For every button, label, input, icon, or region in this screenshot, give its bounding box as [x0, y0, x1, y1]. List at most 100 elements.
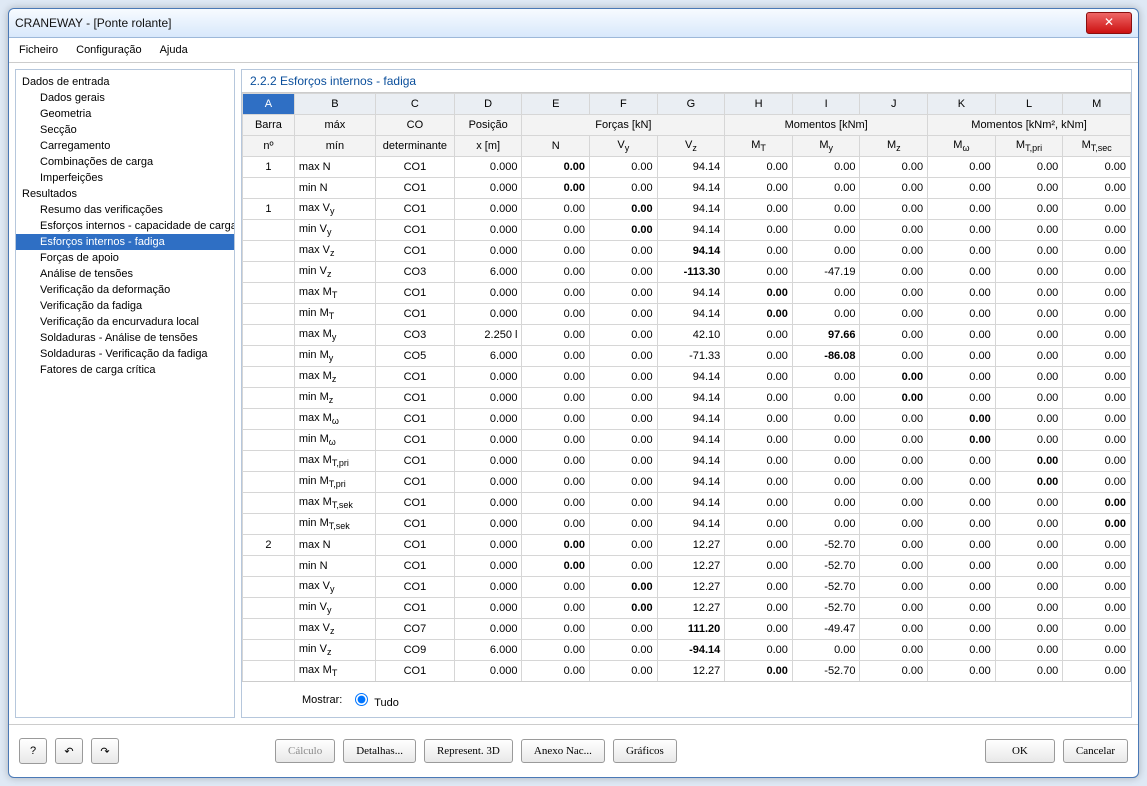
table-row[interactable]: max MT,sekCO10.0000.000.0094.140.000.000… — [243, 493, 1131, 514]
help-icon[interactable]: ? — [19, 738, 47, 764]
table-row[interactable]: max VzCO70.0000.000.00111.200.00-49.470.… — [243, 619, 1131, 640]
tree-item[interactable]: Resumo das verificações — [16, 202, 234, 218]
col-letter[interactable]: B — [294, 94, 375, 115]
table-row[interactable]: min VzCO36.0000.000.00-113.300.00-47.190… — [243, 262, 1131, 283]
panel-title: 2.2.2 Esforços internos - fadiga — [242, 70, 1131, 92]
col-header[interactable]: Vz — [657, 136, 725, 157]
col-letter[interactable]: J — [860, 94, 928, 115]
col-letter[interactable]: D — [454, 94, 522, 115]
table-row[interactable]: 2max NCO10.0000.000.0012.270.00-52.700.0… — [243, 535, 1131, 556]
table-row[interactable]: 1max VyCO10.0000.000.0094.140.000.000.00… — [243, 199, 1131, 220]
details-button[interactable]: Detalhas... — [343, 739, 416, 763]
table-row[interactable]: max MTCO10.0000.000.0094.140.000.000.000… — [243, 283, 1131, 304]
table-row[interactable]: min MTCO10.0000.000.0094.140.000.000.000… — [243, 304, 1131, 325]
table-row[interactable]: min VyCO10.0000.000.0012.270.00-52.700.0… — [243, 598, 1131, 619]
next-icon[interactable]: ↷ — [91, 738, 119, 764]
col-letter[interactable]: H — [725, 94, 793, 115]
table-row[interactable]: min MyCO56.0000.000.00-71.330.00-86.080.… — [243, 346, 1131, 367]
tree-item[interactable]: Verificação da fadiga — [16, 298, 234, 314]
cancel-button[interactable]: Cancelar — [1063, 739, 1128, 763]
table-row[interactable]: max MTCO10.0000.000.0012.270.00-52.700.0… — [243, 661, 1131, 682]
ok-button[interactable]: OK — [985, 739, 1055, 763]
table-row[interactable]: max MyCO32.250 l0.000.0042.100.0097.660.… — [243, 325, 1131, 346]
col-header[interactable]: Mω — [928, 136, 996, 157]
footer: ? ↶ ↷ Cálculo Detalhas... Represent. 3D … — [9, 724, 1138, 777]
table-row[interactable]: max VyCO10.0000.000.0012.270.00-52.700.0… — [243, 577, 1131, 598]
col-header[interactable]: N — [522, 136, 590, 157]
tree-item[interactable]: Forças de apoio — [16, 250, 234, 266]
col-letter[interactable]: E — [522, 94, 590, 115]
col-letter[interactable]: I — [792, 94, 860, 115]
main-panel: 2.2.2 Esforços internos - fadiga ABCDEFG… — [241, 69, 1132, 718]
hdr-co[interactable]: CO — [375, 115, 454, 136]
represent3d-button[interactable]: Represent. 3D — [424, 739, 513, 763]
col-letter[interactable]: M — [1063, 94, 1131, 115]
anexo-button[interactable]: Anexo Nac... — [521, 739, 605, 763]
col-header[interactable]: My — [792, 136, 860, 157]
hdr-barra[interactable]: Barra — [243, 115, 295, 136]
tree-item[interactable]: Verificação da encurvadura local — [16, 314, 234, 330]
titlebar[interactable]: CRANEWAY - [Ponte rolante] ✕ — [9, 9, 1138, 38]
table-row[interactable]: min MzCO10.0000.000.0094.140.000.000.000… — [243, 388, 1131, 409]
menu-config[interactable]: Configuração — [76, 44, 141, 56]
tree-item[interactable]: Verificação da deformação — [16, 282, 234, 298]
tree-item[interactable]: Soldaduras - Análise de tensões — [16, 330, 234, 346]
data-grid[interactable]: ABCDEFGHIJKLM Barra máx CO Posição Força… — [242, 92, 1131, 682]
col-letter[interactable]: G — [657, 94, 725, 115]
table-row[interactable]: max VzCO10.0000.000.0094.140.000.000.000… — [243, 241, 1131, 262]
table-row[interactable]: 1max NCO10.0000.000.0094.140.000.000.000… — [243, 157, 1131, 178]
tree-item[interactable]: Fatores de carga crítica — [16, 362, 234, 378]
tree-item[interactable]: Carregamento — [16, 138, 234, 154]
col-header[interactable]: x [m] — [454, 136, 522, 157]
col-letter[interactable]: L — [995, 94, 1063, 115]
table-row[interactable]: min NCO10.0000.000.0012.270.00-52.700.00… — [243, 556, 1131, 577]
tree-group-results[interactable]: Resultados — [16, 186, 234, 202]
tree-item[interactable]: Soldaduras - Verificação da fadiga — [16, 346, 234, 362]
tree-item[interactable]: Combinações de carga — [16, 154, 234, 170]
menu-help[interactable]: Ajuda — [160, 44, 188, 56]
table-row[interactable]: max MT,priCO10.0000.000.0094.140.000.000… — [243, 451, 1131, 472]
col-header[interactable]: MT,sec — [1063, 136, 1131, 157]
col-header[interactable]: Mz — [860, 136, 928, 157]
menu-file[interactable]: Ficheiro — [19, 44, 58, 56]
col-letter[interactable]: K — [928, 94, 996, 115]
hdr-forcas[interactable]: Forças [kN] — [522, 115, 725, 136]
table-row[interactable]: min VzCO96.0000.000.00-94.140.000.000.00… — [243, 640, 1131, 661]
table-row[interactable]: min MT,priCO10.0000.000.0094.140.000.000… — [243, 472, 1131, 493]
tree-item[interactable]: Análise de tensões — [16, 266, 234, 282]
tree-item[interactable]: Imperfeições — [16, 170, 234, 186]
tree-item[interactable]: Esforços internos - capacidade de carga — [16, 218, 234, 234]
table-row[interactable]: max MωCO10.0000.000.0094.140.000.000.000… — [243, 409, 1131, 430]
col-letter[interactable]: F — [590, 94, 658, 115]
tree-group-input[interactable]: Dados de entrada — [16, 74, 234, 90]
tree-item[interactable]: Geometria — [16, 106, 234, 122]
tree-item[interactable]: Dados gerais — [16, 90, 234, 106]
show-all-input[interactable] — [355, 693, 368, 706]
table-row[interactable]: min NCO10.0000.000.0094.140.000.000.000.… — [243, 178, 1131, 199]
hdr-pos[interactable]: Posição — [454, 115, 522, 136]
col-header[interactable]: determinante — [375, 136, 454, 157]
col-header[interactable]: MT — [725, 136, 793, 157]
col-letter[interactable]: C — [375, 94, 454, 115]
nav-tree[interactable]: Dados de entrada Dados geraisGeometriaSe… — [15, 69, 235, 718]
tree-item[interactable]: Secção — [16, 122, 234, 138]
graficos-button[interactable]: Gráficos — [613, 739, 677, 763]
table-row[interactable]: min VyCO10.0000.000.0094.140.000.000.000… — [243, 220, 1131, 241]
hdr-max[interactable]: máx — [294, 115, 375, 136]
col-header[interactable]: Vy — [590, 136, 658, 157]
prev-icon[interactable]: ↶ — [55, 738, 83, 764]
col-header[interactable]: nº — [243, 136, 295, 157]
show-all-radio[interactable]: Tudo — [350, 690, 399, 709]
col-header[interactable]: mín — [294, 136, 375, 157]
tree-item[interactable]: Esforços internos - fadiga — [16, 234, 234, 250]
table-row[interactable]: min MωCO10.0000.000.0094.140.000.000.000… — [243, 430, 1131, 451]
hdr-momentos2[interactable]: Momentos [kNm², kNm] — [928, 115, 1131, 136]
window-title: CRANEWAY - [Ponte rolante] — [15, 16, 1086, 30]
table-row[interactable]: min MT,sekCO10.0000.000.0094.140.000.000… — [243, 514, 1131, 535]
table-row[interactable]: max MzCO10.0000.000.0094.140.000.000.000… — [243, 367, 1131, 388]
calc-button[interactable]: Cálculo — [275, 739, 335, 763]
hdr-momentos[interactable]: Momentos [kNm] — [725, 115, 928, 136]
close-icon[interactable]: ✕ — [1086, 12, 1132, 34]
col-header[interactable]: MT,pri — [995, 136, 1063, 157]
col-letter[interactable]: A — [243, 94, 295, 115]
